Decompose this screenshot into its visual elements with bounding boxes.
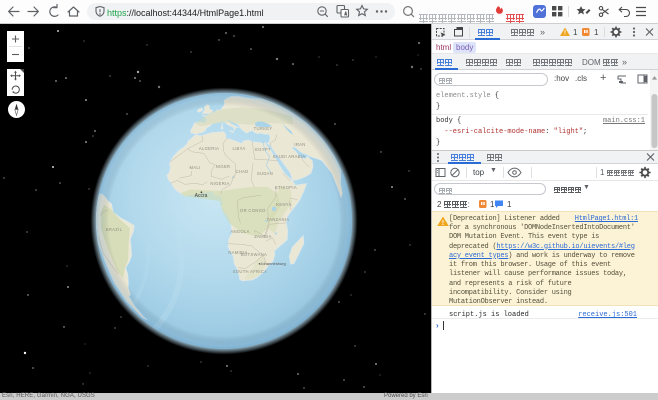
svg-text:DR CONGO: DR CONGO xyxy=(240,208,266,213)
svg-text:ANGOLA: ANGOLA xyxy=(230,229,249,234)
svg-text:SOUTH AFRICA: SOUTH AFRICA xyxy=(233,269,268,274)
svg-text:LIBYA: LIBYA xyxy=(232,146,245,151)
svg-text:!: ! xyxy=(441,220,445,227)
svg-text:SAUDI ARABIA: SAUDI ARABIA xyxy=(273,154,306,159)
svg-text:!: ! xyxy=(564,31,566,37)
svg-text:TANZANIA: TANZANIA xyxy=(267,217,290,222)
svg-text:TURKEY: TURKEY xyxy=(254,126,273,131)
svg-text:NIGER: NIGER xyxy=(216,164,231,169)
svg-text:ETHIOPIA: ETHIOPIA xyxy=(275,185,297,190)
svg-text:EGYPT: EGYPT xyxy=(255,147,271,152)
svg-text:IRAN: IRAN xyxy=(294,142,305,147)
svg-text:BRAZIL: BRAZIL xyxy=(106,227,123,232)
svg-text:CHAD: CHAD xyxy=(235,169,248,174)
svg-text:ZAMBIA: ZAMBIA xyxy=(254,234,271,239)
svg-text:ALGERIA: ALGERIA xyxy=(199,146,219,151)
svg-text:BOTSWANA: BOTSWANA xyxy=(241,252,267,257)
svg-text:MALI: MALI xyxy=(190,165,201,170)
svg-text:Johannesburg: Johannesburg xyxy=(260,261,285,266)
svg-text:NIGERIA: NIGERIA xyxy=(210,181,229,186)
svg-text:SUDAN: SUDAN xyxy=(257,171,273,176)
svg-text:KENYA: KENYA xyxy=(276,202,291,207)
svg-text:Accra: Accra xyxy=(195,193,208,199)
